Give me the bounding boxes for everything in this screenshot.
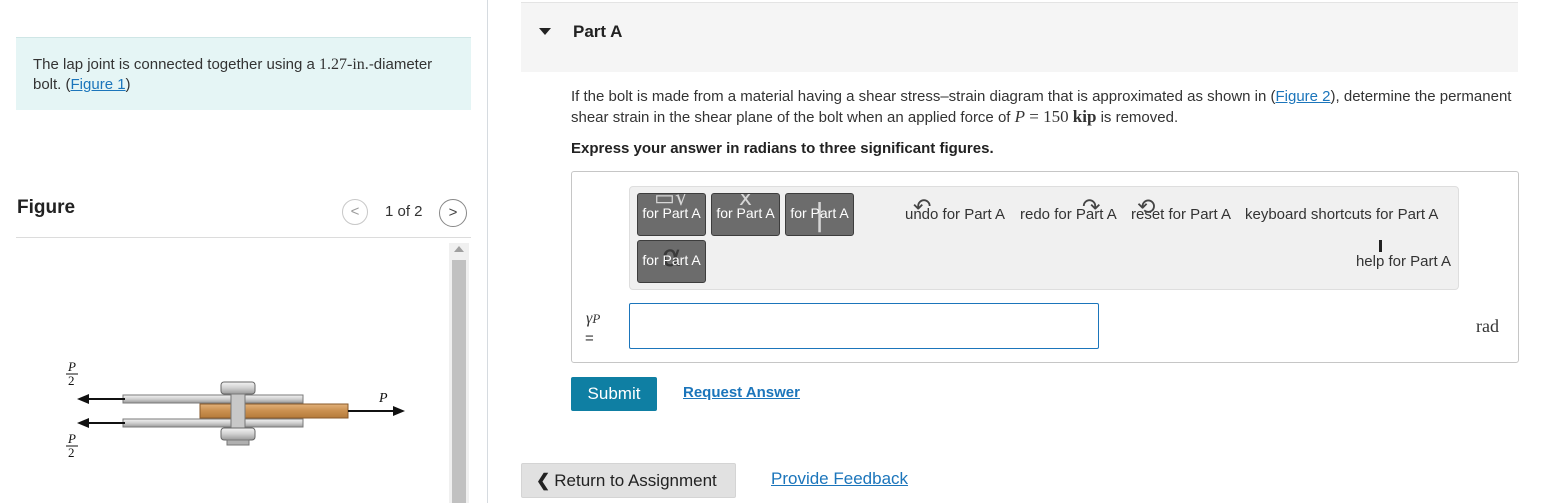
vector-button[interactable]: ẋ for Part A <box>711 193 780 236</box>
redo-icon: ↷ <box>1082 194 1101 219</box>
caret-down-icon[interactable] <box>539 28 551 35</box>
answer-variable-label: γP <box>586 310 601 327</box>
lower-plate <box>122 418 304 428</box>
answer-unit: rad <box>1476 316 1499 336</box>
bolt-tip <box>226 439 250 446</box>
answer-box: ▭√ for Part A ẋ for Part A | for Part A … <box>571 171 1519 363</box>
scroll-up-arrow-icon[interactable] <box>454 246 464 252</box>
figure-divider <box>16 237 471 238</box>
help-button[interactable]: help for Part A <box>1356 240 1451 270</box>
request-answer-link[interactable]: Request Answer <box>683 384 800 401</box>
chevron-left-icon: ❮ <box>536 470 551 490</box>
bolt-head <box>220 381 256 395</box>
force-unit: kip <box>1072 107 1097 126</box>
intro-text-after: ) <box>125 76 131 93</box>
right-arrowhead <box>393 406 405 416</box>
cursor-button[interactable]: | for Part A <box>785 193 854 236</box>
p-label: P <box>378 391 388 406</box>
chevron-right-icon: > <box>448 204 458 221</box>
p-half-top-numerator: P <box>67 359 76 374</box>
question-text-1: If the bolt is made from a material havi… <box>571 88 1276 105</box>
math-toolbar: ▭√ for Part A ẋ for Part A | for Part A … <box>629 186 1459 290</box>
intro-text-before: The lap joint is connected together usin… <box>33 56 320 73</box>
figure-prev-button[interactable]: < <box>342 199 368 225</box>
help-icon <box>1378 240 1382 252</box>
figure-heading: Figure <box>17 197 76 218</box>
lap-joint-figure: P 2 P 2 P <box>66 359 405 460</box>
bolt-shank <box>230 393 246 429</box>
undo-button[interactable]: ↶ undo for Part A <box>905 194 1005 223</box>
figure-scrollbar[interactable] <box>449 243 469 503</box>
problem-intro: The lap joint is connected together usin… <box>16 37 471 110</box>
p-half-bottom-numerator: P <box>67 431 76 446</box>
templates-button[interactable]: ▭√ for Part A <box>637 193 706 236</box>
force-variable: P <box>1014 107 1026 126</box>
bolt-diameter-unit: -in. <box>347 56 369 73</box>
keyboard-shortcuts-button[interactable]: keyboard shortcuts for Part A <box>1245 206 1438 223</box>
p-half-bottom-denominator: 2 <box>68 445 75 460</box>
provide-feedback-link[interactable]: Provide Feedback <box>771 469 908 489</box>
left-arrowhead-top <box>77 394 89 404</box>
figure-2-link[interactable]: Figure 2 <box>1276 88 1331 105</box>
answer-input[interactable] <box>629 303 1099 349</box>
scrollbar-thumb[interactable] <box>452 260 466 503</box>
part-a-header[interactable]: Part A <box>521 2 1518 72</box>
upper-plate <box>122 394 304 404</box>
redo-button[interactable]: ↷ redo for Part A <box>1020 194 1117 223</box>
chevron-left-icon: < <box>350 203 360 220</box>
figure-counter: 1 of 2 <box>385 203 423 220</box>
force-equals: = <box>1025 107 1044 126</box>
undo-icon: ↶ <box>913 194 932 219</box>
bolt-diameter-value: 1.27 <box>319 56 348 73</box>
force-value: 150 <box>1043 107 1069 126</box>
figure-next-button[interactable]: > <box>439 199 467 227</box>
panel-divider <box>487 0 488 503</box>
middle-plate <box>199 403 349 419</box>
part-title: Part A <box>573 22 623 41</box>
reset-icon: ⟲ <box>1137 194 1156 219</box>
greek-letters-button[interactable]: α for Part A <box>637 240 706 283</box>
question-text-3: is removed. <box>1096 109 1179 126</box>
submit-button[interactable]: Submit <box>571 377 657 411</box>
figure-1-link[interactable]: Figure 1 <box>71 76 126 93</box>
p-half-top-denominator: 2 <box>68 373 75 388</box>
answer-instruction: Express your answer in radians to three … <box>571 140 994 157</box>
reset-button[interactable]: ⟲ reset for Part A <box>1131 194 1231 223</box>
question-text: If the bolt is made from a material havi… <box>571 87 1521 128</box>
left-arrowhead-bottom <box>77 418 89 428</box>
bolt-nut <box>220 427 256 441</box>
answer-equals-sign: = <box>585 330 594 347</box>
return-to-assignment-button[interactable]: ❮ Return to Assignment <box>521 463 736 498</box>
